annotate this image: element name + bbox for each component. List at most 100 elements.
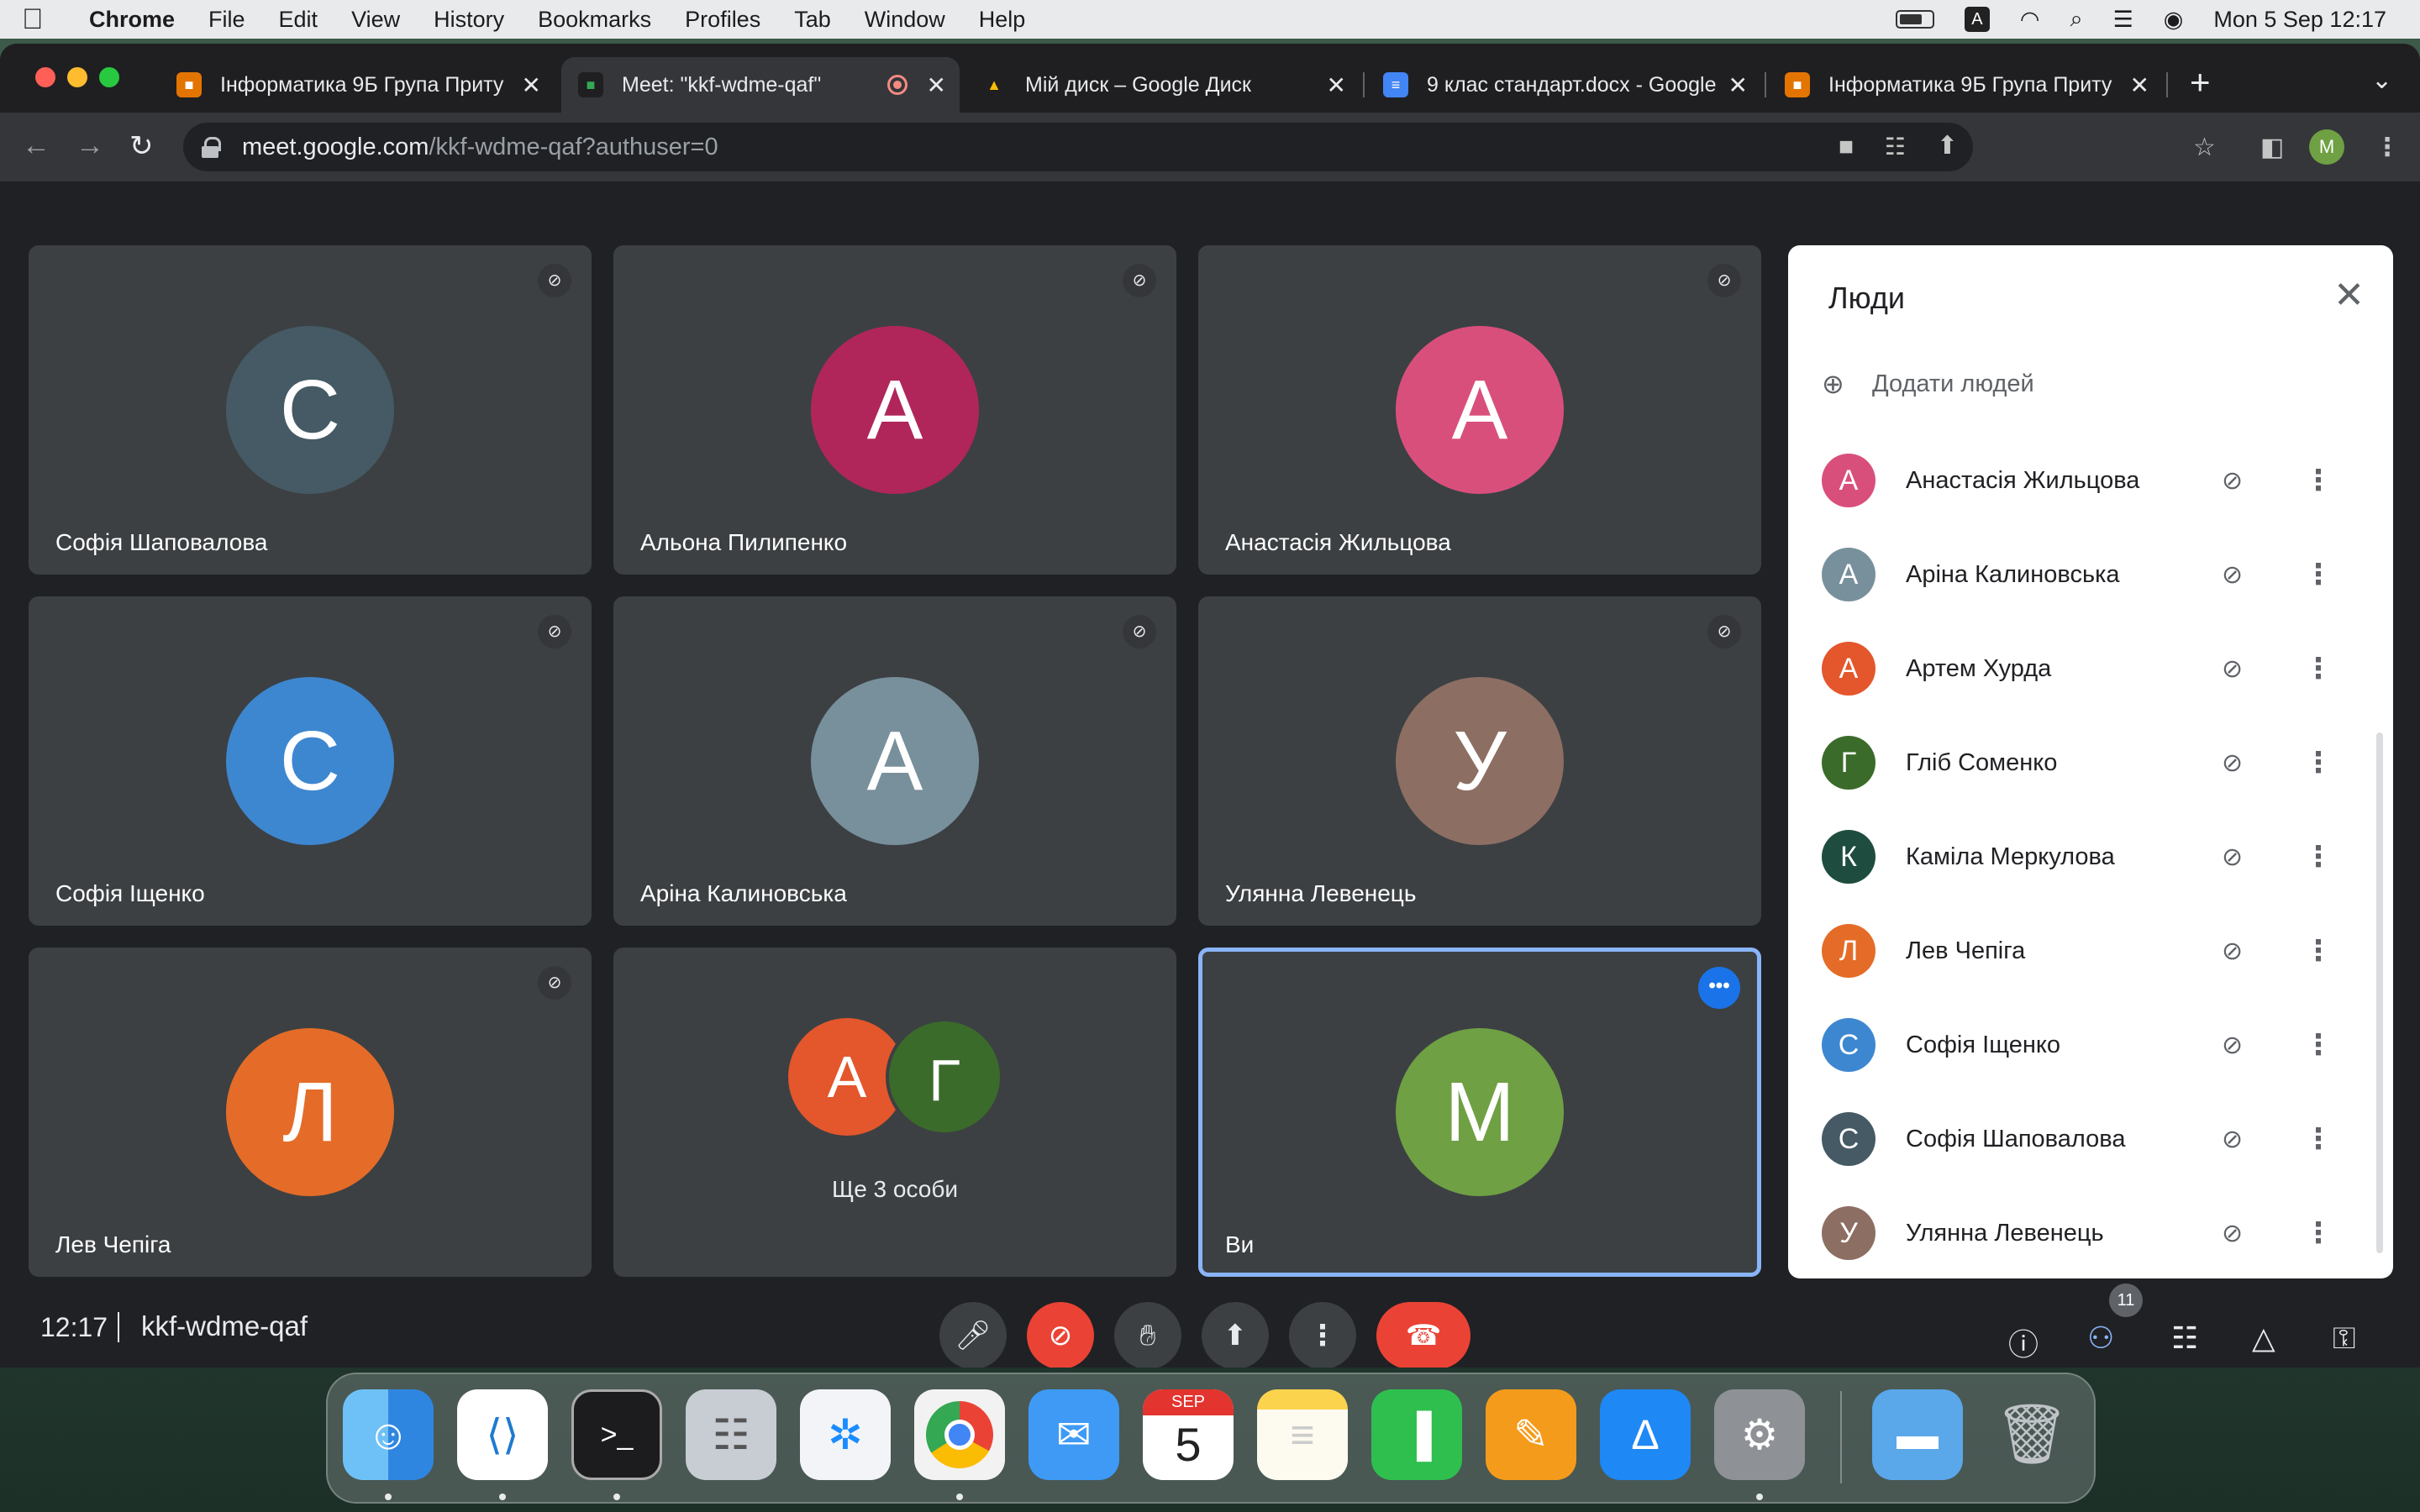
system-preferences-icon[interactable]: ⚙ (1714, 1389, 1805, 1480)
people-icon[interactable]: ⚇ (2087, 1320, 2114, 1356)
close-panel-icon[interactable]: ✕ (2333, 274, 2365, 317)
more-options-button[interactable]: ⋮ (1289, 1302, 1356, 1368)
menu-history[interactable]: History (434, 7, 504, 33)
camera-off-button[interactable]: ⊘ (1027, 1302, 1094, 1368)
vscode-icon[interactable]: ⟨⟩ (457, 1389, 548, 1480)
camera-in-use-icon[interactable]: ■ (1839, 133, 1854, 161)
tab-google-docs[interactable]: ≡ 9 клас стандарт.docx - Google ✕ (1366, 57, 1761, 113)
close-tab-icon[interactable]: ✕ (2130, 71, 2149, 99)
numbers-icon[interactable]: ▐ (1371, 1389, 1462, 1480)
forward-arrow-icon[interactable]: → (76, 129, 104, 162)
tab-classroom-1[interactable]: ■ Інформатика 9Б Група Приту ✕ (160, 57, 555, 113)
raise-hand-button[interactable]: ✋︎ (1114, 1302, 1181, 1368)
participant-row[interactable]: С Софія Шаповалова ⊘ ⋮ (1822, 1105, 2360, 1173)
reload-icon[interactable]: ↻ (129, 129, 154, 163)
side-panel-icon[interactable]: ◧ (2260, 133, 2284, 162)
lock-icon[interactable] (202, 137, 221, 158)
participant-more-icon[interactable]: ⋮ (2304, 652, 2333, 685)
chrome-icon[interactable] (914, 1389, 1005, 1480)
participant-tile[interactable]: ⊘ С Софія Шаповалова (29, 245, 592, 575)
more-participants-tile[interactable]: А Г Ще 3 особи (613, 948, 1176, 1277)
terminal-icon[interactable]: >_ (571, 1389, 662, 1480)
profile-avatar[interactable]: M (2309, 129, 2344, 165)
control-center-icon[interactable]: ☰ (2113, 7, 2133, 33)
menu-edit[interactable]: Edit (279, 7, 318, 33)
panel-scrollbar[interactable] (2376, 732, 2383, 1253)
participant-row[interactable]: Л Лев Чепіга ⊘ ⋮ (1822, 917, 2360, 984)
trash-icon[interactable]: 🗑︎ (1986, 1389, 2077, 1480)
mic-off-icon[interactable]: ⊘ (2222, 937, 2243, 966)
bookmark-star-icon[interactable]: ☆ (2193, 133, 2216, 162)
new-tab-icon[interactable]: + (2190, 62, 2211, 102)
participant-more-icon[interactable]: ⋮ (2304, 558, 2333, 591)
launchpad-icon[interactable]: ☷ (686, 1389, 776, 1480)
menu-view[interactable]: View (351, 7, 400, 33)
zoom-window-button[interactable] (99, 67, 119, 87)
close-tab-icon[interactable]: ✕ (927, 71, 946, 99)
translate-icon[interactable]: ☷ (1885, 133, 1906, 160)
participant-more-icon[interactable]: ⋮ (2304, 1028, 2333, 1062)
notes-icon[interactable]: ≡ (1257, 1389, 1348, 1480)
pages-icon[interactable]: ✎ (1486, 1389, 1576, 1480)
back-arrow-icon[interactable]: ← (22, 129, 50, 162)
activities-icon[interactable]: △ (2252, 1320, 2275, 1356)
menu-app-name[interactable]: Chrome (89, 7, 175, 33)
self-tile[interactable]: ••• M Ви (1198, 948, 1761, 1277)
participant-tile[interactable]: ⊘ А Альона Пилипенко (613, 245, 1176, 575)
more-options-icon[interactable]: ••• (1698, 967, 1740, 1009)
participant-more-icon[interactable]: ⋮ (2304, 840, 2333, 874)
mic-off-icon[interactable]: ⊘ (2222, 466, 2243, 496)
participant-tile[interactable]: ⊘ У Улянна Левенець (1198, 596, 1761, 926)
calendar-icon[interactable]: SEP 5 (1143, 1389, 1234, 1480)
finder-icon[interactable]: ☺ (343, 1389, 434, 1480)
mic-off-icon[interactable]: ⊘ (2222, 1219, 2243, 1248)
participant-tile[interactable]: ⊘ А Аріна Калиновська (613, 596, 1176, 926)
participant-row[interactable]: А Анастасія Жильцова ⊘ ⋮ (1822, 447, 2360, 514)
close-tab-icon[interactable]: ✕ (1327, 71, 1346, 99)
spotlight-search-icon[interactable]: ⌕ (2070, 6, 2082, 33)
menu-tab[interactable]: Tab (794, 7, 831, 33)
battery-icon[interactable] (1895, 10, 1934, 29)
mic-off-icon[interactable]: ⊘ (2222, 1125, 2243, 1154)
tab-search-chevron-icon[interactable]: ⌄ (2371, 66, 2392, 95)
participant-tile[interactable]: ⊘ Л Лев Чепіга (29, 948, 592, 1277)
close-tab-icon[interactable]: ✕ (522, 71, 541, 99)
participant-more-icon[interactable]: ⋮ (2304, 746, 2333, 780)
participant-row[interactable]: А Аріна Калиновська ⊘ ⋮ (1822, 541, 2360, 608)
participant-more-icon[interactable]: ⋮ (2304, 1216, 2333, 1250)
participant-row[interactable]: С Софія Іщенко ⊘ ⋮ (1822, 1011, 2360, 1079)
safari-icon[interactable]: ✲ (800, 1389, 891, 1480)
participant-more-icon[interactable]: ⋮ (2304, 464, 2333, 497)
participant-more-icon[interactable]: ⋮ (2304, 934, 2333, 968)
apple-menu-icon[interactable]:  (22, 3, 72, 36)
participant-more-icon[interactable]: ⋮ (2304, 1122, 2333, 1156)
close-tab-icon[interactable]: ✕ (1728, 71, 1748, 99)
tab-meet[interactable]: ■ Meet: "kkf-wdme-qaf" ✕ (561, 57, 960, 113)
tab-google-drive[interactable]: ▲ Мій диск – Google Диск ✕ (965, 57, 1360, 113)
close-window-button[interactable] (35, 67, 55, 87)
app-store-icon[interactable]: ∆ (1600, 1389, 1691, 1480)
present-screen-button[interactable]: ⬆ (1202, 1302, 1269, 1368)
host-controls-icon[interactable]: ⚿ (2333, 1320, 2355, 1357)
siri-icon[interactable]: ◉ (2164, 7, 2184, 33)
chrome-menu-icon[interactable]: ⋮ (2375, 133, 2400, 162)
address-bar[interactable]: meet.google.com/kkf-wdme-qaf?authuser=0 … (183, 123, 1973, 171)
mic-off-icon[interactable]: ⊘ (2222, 843, 2243, 872)
menu-clock[interactable]: Mon 5 Sep 12:17 (2213, 7, 2386, 33)
participant-row[interactable]: К Каміла Меркулова ⊘ ⋮ (1822, 823, 2360, 890)
share-icon[interactable]: ⬆ (1937, 131, 1958, 160)
participant-row[interactable]: Г Гліб Соменко ⊘ ⋮ (1822, 729, 2360, 796)
menu-help[interactable]: Help (979, 7, 1026, 33)
wifi-icon[interactable]: ◠ (2020, 7, 2040, 33)
leave-call-button[interactable]: ☎︎ (1376, 1302, 1470, 1368)
menu-profiles[interactable]: Profiles (685, 7, 760, 33)
meeting-details-icon[interactable]: ⓘ (2008, 1320, 2039, 1364)
input-source-icon[interactable]: A (1964, 7, 1990, 32)
participant-row[interactable]: А Артем Хурда ⊘ ⋮ (1822, 635, 2360, 702)
mic-off-icon[interactable]: ⊘ (2222, 1031, 2243, 1060)
participant-row[interactable]: У Улянна Левенець ⊘ ⋮ (1822, 1200, 2360, 1267)
downloads-folder-icon[interactable]: ▬ (1872, 1389, 1963, 1480)
participant-tile[interactable]: ⊘ С Софія Іщенко (29, 596, 592, 926)
menu-window[interactable]: Window (865, 7, 945, 33)
microphone-button[interactable]: 🎤︎ (939, 1302, 1007, 1368)
